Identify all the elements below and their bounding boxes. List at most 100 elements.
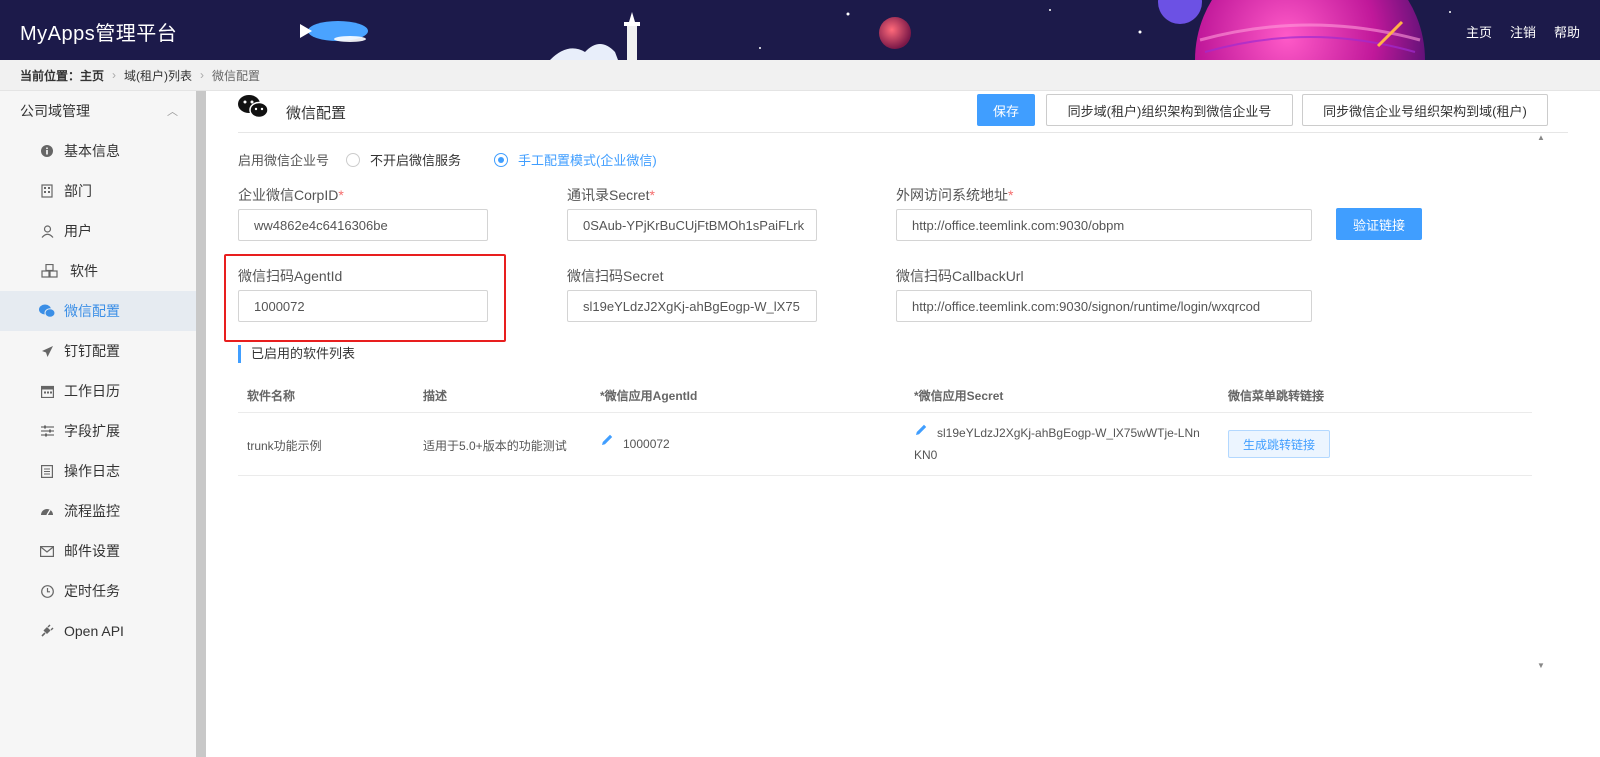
sidebar-item-basic-info[interactable]: 基本信息 [0,131,200,171]
radio-checked-icon [494,152,508,167]
main-scrollbar[interactable]: ▲ ▼ [1536,133,1546,673]
sidebar-scrollbar[interactable] [196,91,206,757]
software-table: 软件名称 描述 *微信应用AgentId *微信应用Secret 微信菜单跳转链… [238,376,1532,476]
breadcrumb-home[interactable]: 主页 [80,67,104,84]
chevron-up-icon: ︿ [167,106,178,118]
radio-label: 手工配置模式(企业微信) [518,153,657,168]
sidebar-item-open-api[interactable]: Open API [0,611,200,651]
sidebar-item-wechat-config[interactable]: 微信配置 [0,291,200,331]
enable-wechat-label: 启用微信企业号 [238,153,330,168]
sidebar-item-mail-settings[interactable]: 邮件设置 [0,531,200,571]
sliders-icon [38,422,56,440]
header-decoration [300,0,1451,60]
sidebar-item-dingtalk-config[interactable]: 钉钉配置 [0,331,200,371]
radio-disable-wechat[interactable]: 不开启微信服务 [346,150,461,169]
nav-home-link[interactable]: 主页 [1466,22,1492,41]
sidebar-item-label: 钉钉配置 [64,343,120,359]
sidebar-item-label: 定时任务 [64,583,120,599]
sidebar-item-label: 微信配置 [64,303,120,319]
breadcrumb: 当前位置： 主页 › 域(租户)列表 › 微信配置 [0,60,1600,91]
plane-icon [38,342,56,360]
breadcrumb-wechat-config: 微信配置 [212,68,261,83]
contacts-secret-label: 通讯录Secret* [567,187,655,203]
breadcrumb-current-label: 当前位置： [20,68,81,83]
radio-label: 不开启微信服务 [370,153,462,168]
col-software-name: 软件名称 [247,389,296,403]
save-button[interactable]: 保存 [977,94,1035,126]
radio-circle-icon [346,152,360,167]
building-icon [38,182,56,200]
external-url-input[interactable]: http://office.teemlink.com:9030/obpm [896,209,1312,241]
sidebar: 公司域管理 ︿ 基本信息 部门 用户 软件 微信配置 钉钉配置 工作日历 字段扩… [0,91,200,757]
radio-manual-config[interactable]: 手工配置模式(企业微信) [494,150,657,169]
row-secret-line2: KN0 [914,448,938,462]
nav-help-link[interactable]: 帮助 [1554,22,1580,41]
generate-link-button[interactable]: 生成跳转链接 [1228,430,1331,458]
calendar-icon [38,382,56,400]
callback-url-input[interactable]: http://office.teemlink.com:9030/signon/r… [896,290,1312,322]
sidebar-group-label: 公司域管理 [20,103,90,119]
sidebar-item-label: 操作日志 [64,463,120,479]
edit-agentid-pencil-icon[interactable] [600,433,614,450]
corpid-label: 企业微信CorpID* [238,187,344,203]
row-software-name: trunk功能示例 [247,439,322,453]
external-url-label: 外网访问系统地址* [896,187,1014,203]
sidebar-item-label: 工作日历 [64,383,120,399]
sidebar-item-field-extension[interactable]: 字段扩展 [0,411,200,451]
panel-title: 微信配置 [286,105,347,122]
sidebar-item-label: 邮件设置 [64,543,120,559]
col-description: 描述 [423,389,448,403]
sidebar-item-software[interactable]: 软件 [0,251,200,291]
nav-logout-link[interactable]: 注销 [1510,22,1536,41]
row-agentid: 1000072 [623,437,670,451]
scroll-down-icon[interactable]: ▼ [1536,661,1546,670]
table-row: trunk功能示例 适用于5.0+版本的功能测试 1000072 sl19eYL… [238,413,1532,476]
scan-agentid-input[interactable]: 1000072 [238,290,488,322]
log-icon [38,462,56,480]
sidebar-item-department[interactable]: 部门 [0,171,200,211]
sidebar-group-company-domain[interactable]: 公司域管理 ︿ [0,91,200,131]
edit-secret-pencil-icon[interactable] [914,423,928,440]
sidebar-item-label: 字段扩展 [64,423,120,439]
col-secret: *微信应用Secret [914,389,1004,403]
sync-to-wechat-button[interactable]: 同步域(租户)组织架构到微信企业号 [1046,94,1293,126]
scroll-up-icon[interactable]: ▲ [1536,133,1546,142]
row-secret-line1: sl19eYLdzJ2XgKj-ahBgEogp-W_lX75wWTje-LNn [937,426,1200,440]
scan-agentid-label: 微信扫码AgentId [238,268,343,284]
cubes-icon [38,262,62,280]
user-icon [38,222,56,240]
sidebar-item-label: 软件 [70,263,98,279]
top-header: MyApps管理平台 主页 注销 帮助 [0,0,1600,60]
sidebar-item-label: 流程监控 [64,503,120,519]
main-content: 微信配置 保存 同步域(租户)组织架构到微信企业号 同步微信企业号组织架构到域(… [206,91,1600,757]
corpid-input[interactable]: ww4862e4c6416306be [238,209,488,241]
col-agentid: *微信应用AgentId [600,389,698,403]
breadcrumb-separator-icon: › [200,68,205,82]
sidebar-item-operation-log[interactable]: 操作日志 [0,451,200,491]
sidebar-item-work-calendar[interactable]: 工作日历 [0,371,200,411]
scan-secret-input[interactable]: sl19eYLdzJ2XgKj-ahBgEogp-W_lX75 [567,290,817,322]
header-nav: 主页 注销 帮助 [1466,22,1580,41]
sidebar-item-process-monitor[interactable]: 流程监控 [0,491,200,531]
app-title: MyApps管理平台 [20,23,178,45]
info-icon [38,142,56,160]
software-list-title: 已启用的软件列表 [238,345,355,363]
row-description: 适用于5.0+版本的功能测试 [423,439,567,453]
plug-icon [38,622,56,640]
breadcrumb-tenant-list[interactable]: 域(租户)列表 [124,67,192,84]
contacts-secret-input[interactable]: 0SAub-YPjKrBuCUjFtBMOh1sPaiFLrk [567,209,817,241]
sidebar-item-label: Open API [64,623,124,639]
panel-header: 微信配置 保存 同步域(租户)组织架构到微信企业号 同步微信企业号组织架构到域(… [238,91,1568,133]
sidebar-item-label: 用户 [64,223,92,239]
sidebar-item-user[interactable]: 用户 [0,211,200,251]
dashboard-icon [38,502,56,520]
wechat-logo-icon [238,95,268,119]
scan-secret-label: 微信扫码Secret [567,268,664,284]
clock-icon [38,582,56,600]
sidebar-item-scheduled-task[interactable]: 定时任务 [0,571,200,611]
verify-link-button[interactable]: 验证链接 [1336,208,1422,240]
sync-from-wechat-button[interactable]: 同步微信企业号组织架构到域(租户) [1302,94,1548,126]
breadcrumb-separator-icon: › [112,68,117,82]
callback-url-label: 微信扫码CallbackUrl [896,268,1024,284]
wechat-icon [38,302,56,320]
